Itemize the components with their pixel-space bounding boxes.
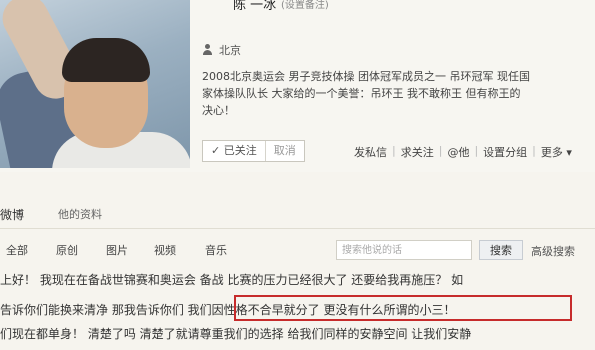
filter-images[interactable]: 图片	[106, 242, 128, 258]
user-name: 陈 一冰	[233, 0, 277, 13]
person-icon	[202, 44, 213, 56]
filter-all[interactable]: 全部	[6, 242, 28, 258]
avatar[interactable]	[0, 0, 190, 168]
send-message-link[interactable]: 发私信	[349, 144, 392, 160]
bio-line: 决心！	[202, 104, 235, 117]
search-button[interactable]: 搜索	[479, 240, 523, 260]
more-menu[interactable]: 更多 ▾	[536, 144, 577, 160]
profile-actions: 发私信 | 求关注 | @他 | 设置分组 | 更多 ▾	[349, 144, 577, 160]
request-follow-link[interactable]: 求关注	[396, 144, 439, 160]
post-line: 上好！ 我现在在备战世锦赛和奥运会 备战 比赛的压力已经很大了 还要给我再施压？…	[0, 273, 464, 287]
bio-line: 家体操队队长 大家给的一个美誉：吊环王 我不敢称王 但有称王的	[202, 87, 521, 100]
profile-header: 陈 一冰 (设置备注) 北京 2008北京奥运会 男子竞技体操 团体冠军成员之一…	[0, 0, 595, 172]
bio-line: 2008北京奥运会 男子竞技体操 团体冠军成员之一 吊环冠军 现任国	[202, 70, 530, 83]
highlight-box	[234, 295, 572, 321]
location-text: 北京	[219, 44, 241, 57]
mention-link[interactable]: @他	[442, 144, 474, 160]
unfollow-button[interactable]: 取消	[266, 141, 304, 161]
search-input[interactable]: 搜索他说的话	[336, 240, 472, 260]
tab-profile[interactable]: 他的资料	[58, 206, 102, 222]
tab-weibo[interactable]: 微博	[0, 206, 24, 223]
filter-original[interactable]: 原创	[56, 242, 78, 258]
follow-controls: ✓ 已关注 取消	[202, 140, 305, 162]
followed-button[interactable]: ✓ 已关注	[203, 141, 266, 161]
filter-row: 全部 原创 图片 视频 音乐 搜索他说的话 搜索 高级搜索	[0, 236, 595, 264]
location: 北京	[202, 42, 241, 58]
set-remark-link[interactable]: (设置备注)	[281, 0, 329, 11]
advanced-search-link[interactable]: 高级搜索	[531, 243, 575, 259]
filter-music[interactable]: 音乐	[205, 242, 227, 258]
avatar-hair	[62, 38, 150, 82]
filter-videos[interactable]: 视频	[154, 242, 176, 258]
bio: 2008北京奥运会 男子竞技体操 团体冠军成员之一 吊环冠军 现任国 家体操队队…	[202, 68, 590, 119]
post-line: 们现在都单身！ 清楚了吗 清楚了就请尊重我们的选择 给我们同样的安静空间 让我们…	[0, 327, 472, 341]
set-group-link[interactable]: 设置分组	[478, 144, 532, 160]
tab-bar: 微博 他的资料	[0, 200, 595, 229]
